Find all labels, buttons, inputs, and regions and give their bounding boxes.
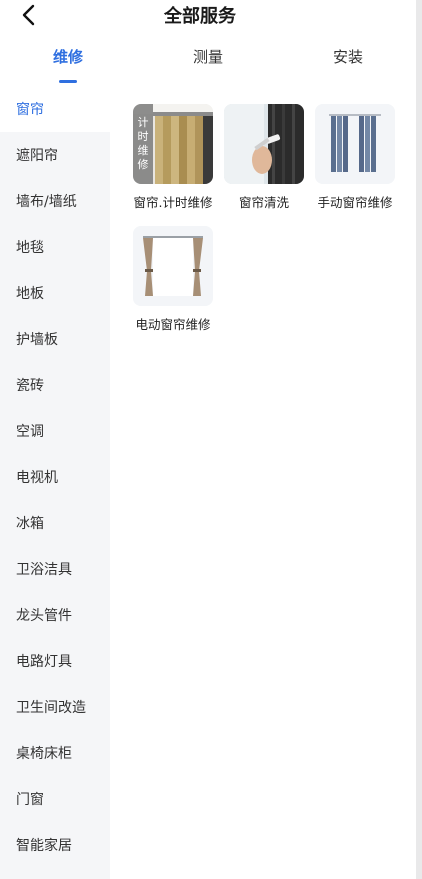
service-label: 手动窗帘维修 [317, 195, 393, 210]
service-label: 窗帘.计时维修 [133, 195, 213, 210]
page-title: 全部服务 [164, 6, 236, 27]
sidebar-item-wallcovering[interactable]: 墙布/墙纸 [0, 178, 110, 224]
header-bar: 全部服务 [0, 0, 422, 34]
category-sidebar[interactable]: 窗帘 遮阳帘 墙布/墙纸 地毯 地板 护墙板 瓷砖 空调 电视机 冰箱 卫浴洁具… [0, 86, 110, 879]
sidebar-item-fridge[interactable]: 冰箱 [0, 500, 110, 546]
sidebar-item-smart-home[interactable]: 智能家居 [0, 822, 110, 868]
sidebar-item-curtain[interactable]: 窗帘 [0, 86, 110, 132]
sidebar-item-doors-windows[interactable]: 门窗 [0, 776, 110, 822]
active-tab-indicator [59, 80, 77, 83]
service-item-electric-curtain-repair[interactable]: 电动窗帘维修 [128, 226, 218, 333]
curtain-cleaning-image [224, 104, 304, 184]
tab-measure[interactable]: 测量 [163, 46, 253, 82]
tab-repair[interactable]: 维修 [23, 46, 113, 82]
manual-curtain-image [315, 104, 395, 184]
service-label: 窗帘清洗 [238, 195, 289, 210]
sidebar-item-tile[interactable]: 瓷砖 [0, 362, 110, 408]
scrollbar[interactable] [416, 0, 422, 879]
sidebar-item-bathroom-renovation[interactable]: 卫生间改造 [0, 684, 110, 730]
timed-curtain-repair-image: 计时维修 [133, 104, 213, 184]
sidebar-item-carpet[interactable]: 地毯 [0, 224, 110, 270]
sidebar-item-electrical[interactable]: 电路灯具 [0, 638, 110, 684]
sidebar-item-furniture[interactable]: 桌椅床柜 [0, 730, 110, 776]
thumb-text-char: 维 [138, 144, 149, 157]
sidebar-item-wall-panel[interactable]: 护墙板 [0, 316, 110, 362]
service-label: 电动窗帘维修 [135, 317, 211, 332]
service-item-timed-curtain-repair[interactable]: 计时维修 窗帘.计时维修 [128, 104, 218, 211]
sidebar-item-floor[interactable]: 地板 [0, 270, 110, 316]
sidebar-item-sanitary[interactable]: 卫浴洁具 [0, 546, 110, 592]
thumb-text-char: 计 [138, 116, 149, 129]
thumb-text-char: 修 [138, 157, 149, 171]
service-item-manual-curtain-repair[interactable]: 手动窗帘维修 [310, 104, 400, 211]
sidebar-item-sunshade[interactable]: 遮阳帘 [0, 132, 110, 178]
category-tabs: 维修 测量 安装 [0, 46, 410, 86]
sidebar-item-faucet[interactable]: 龙头管件 [0, 592, 110, 638]
sidebar-item-air-conditioner[interactable]: 空调 [0, 408, 110, 454]
thumb-text-char: 时 [138, 130, 149, 143]
sidebar-item-tv[interactable]: 电视机 [0, 454, 110, 500]
service-grid: 计时维修 窗帘.计时维修 窗帘清洗 手动窗帘维修 电动窗帘维修 [110, 86, 410, 879]
tab-install[interactable]: 安装 [303, 46, 393, 82]
service-item-curtain-cleaning[interactable]: 窗帘清洗 [219, 104, 309, 211]
electric-curtain-image [133, 226, 213, 306]
